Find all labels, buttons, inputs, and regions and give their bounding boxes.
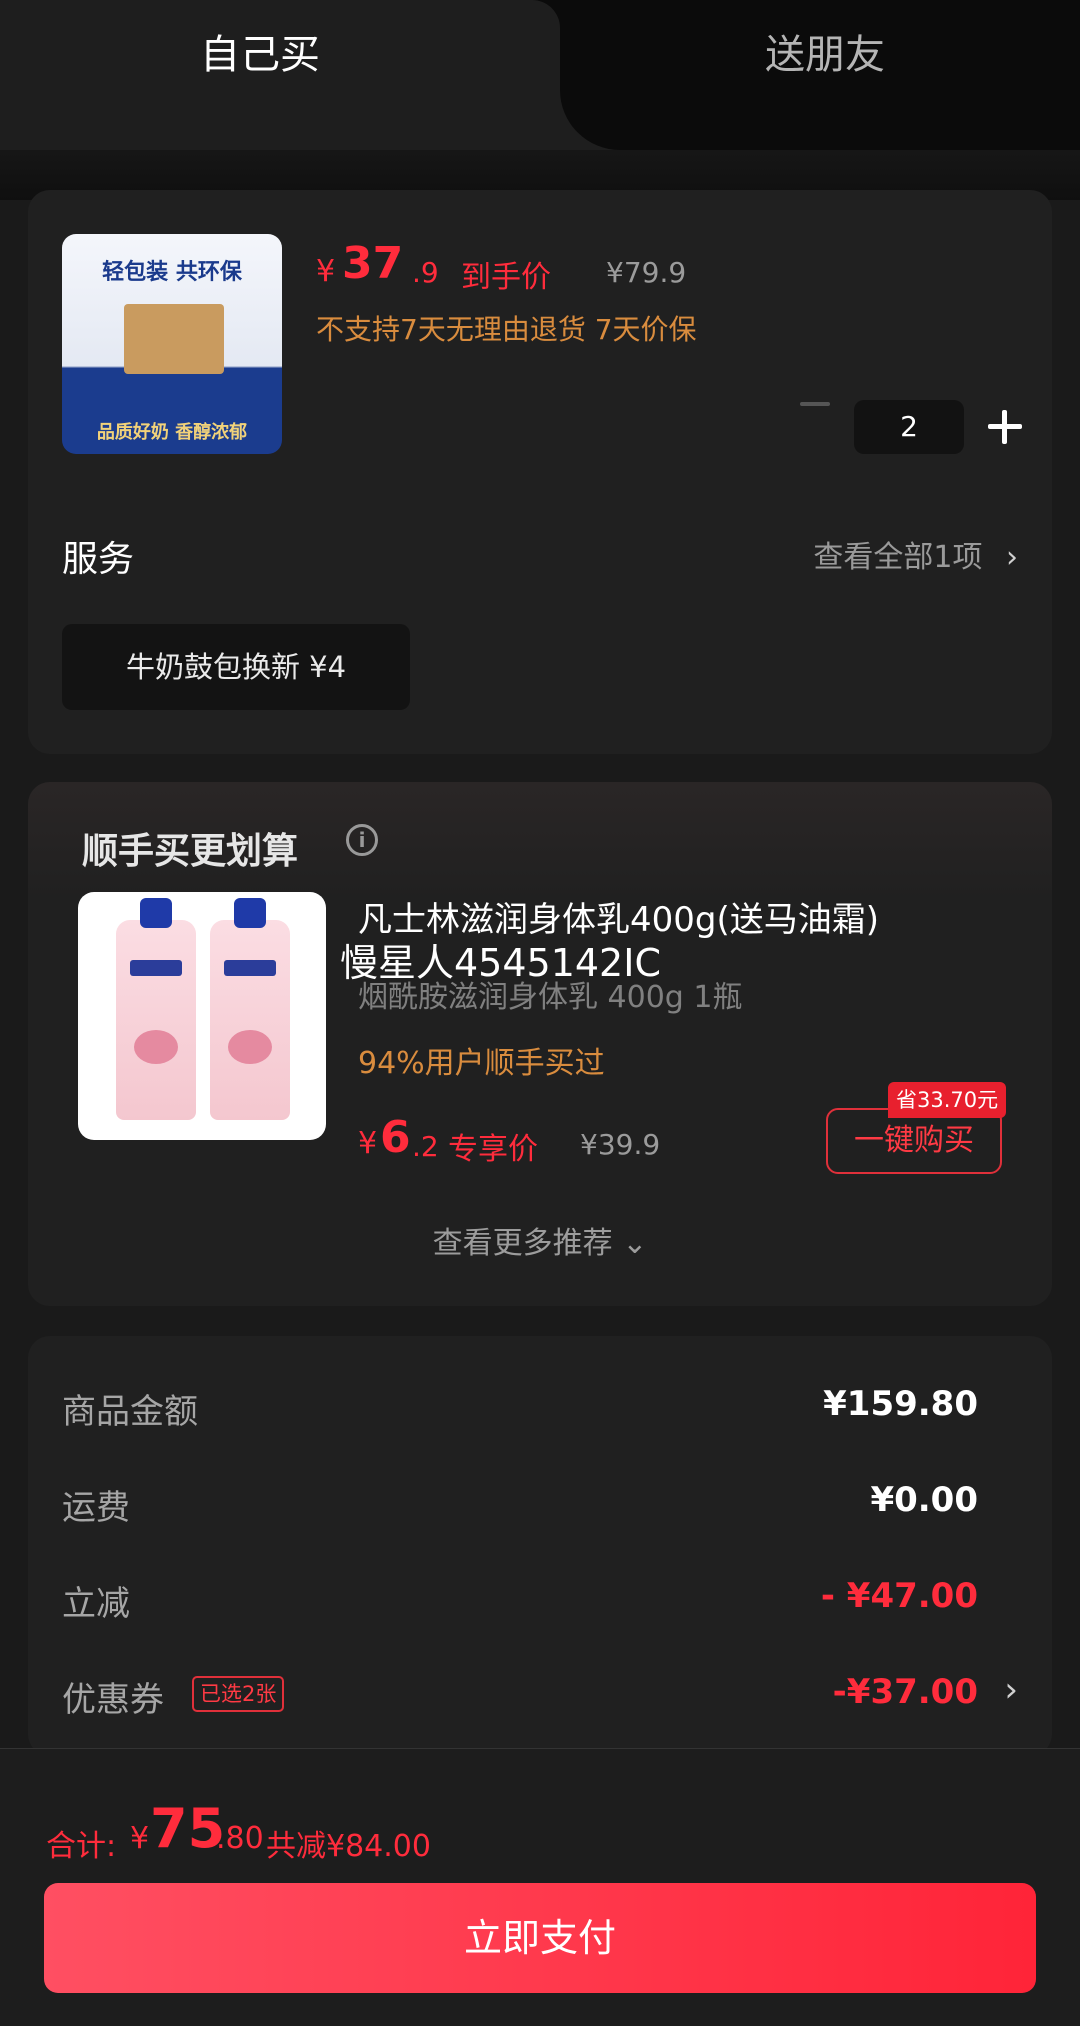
bottle-graphic	[116, 898, 196, 1120]
price-currency: ¥	[316, 254, 336, 289]
product-image-bottom-text: 品质好奶 香醇浓郁	[96, 422, 248, 443]
original-price: ¥79.9	[606, 256, 687, 289]
view-more-recommendations[interactable]: 查看更多推荐 ⌄	[28, 1218, 1052, 1262]
return-policy: 不支持7天无理由退货 7天价保	[316, 313, 697, 346]
service-view-all[interactable]: 查看全部1项 ›	[813, 532, 1018, 576]
order-summary-card: 商品金额 ¥159.80 运费 ¥0.00 立减 - ¥47.00 优惠券 已选…	[28, 1336, 1052, 1756]
tab-self-label: 自己买	[200, 32, 320, 78]
shipping-value: ¥0.00	[870, 1480, 978, 1520]
goods-amount-label: 商品金额	[62, 1392, 198, 1432]
upsell-price-tag: 专享价	[448, 1132, 538, 1167]
quantity-minus-button[interactable]	[800, 402, 830, 406]
product-box-graphic	[124, 304, 224, 374]
discount-value: - ¥47.00	[820, 1576, 978, 1616]
price-integer: 37	[342, 238, 404, 289]
checkout-bar: 合计: ¥ 75 .80 共减¥84.00 立即支付	[0, 1748, 1080, 2026]
quantity-plus-button[interactable]	[988, 410, 1022, 444]
service-title: 服务	[62, 539, 135, 580]
goods-amount-value: ¥159.80	[823, 1384, 978, 1424]
total-saved: 共减¥84.00	[266, 1829, 431, 1864]
price-decimal: .9	[412, 256, 439, 289]
pay-now-button[interactable]: 立即支付	[44, 1883, 1036, 1993]
total-label: 合计:	[46, 1829, 117, 1864]
shipping-label: 运费	[62, 1488, 130, 1528]
total-integer: 75	[150, 1797, 226, 1860]
total-decimal: .80	[216, 1821, 264, 1856]
total-currency: ¥	[130, 1821, 150, 1856]
product-card: 轻包装 共环保 品质好奶 香醇浓郁 ¥ 37 .9 到手价 ¥79.9 不支持7…	[28, 190, 1052, 754]
chevron-right-icon: ›	[1006, 540, 1018, 575]
discount-label: 立减	[62, 1584, 130, 1624]
tab-friend[interactable]: 送朋友	[765, 22, 885, 80]
quantity-input[interactable]: 2	[854, 400, 964, 454]
upsell-image[interactable]	[78, 892, 326, 1140]
coupon-value[interactable]: -¥37.00	[833, 1672, 978, 1712]
bottle-graphic	[210, 898, 290, 1120]
tab-curve	[560, 82, 620, 150]
watermark-overlay: 慢星人4545142IC	[340, 941, 661, 985]
save-badge: 省33.70元	[888, 1082, 1007, 1118]
service-view-all-label: 查看全部1项	[813, 540, 983, 575]
upsell-price-integer: 6	[380, 1112, 411, 1163]
price-tag: 到手价	[461, 260, 551, 295]
product-image-slogan: 轻包装 共环保	[102, 260, 242, 285]
tab-self[interactable]: 自己买	[0, 0, 560, 150]
upsell-stat: 94%用户顺手买过	[358, 1046, 605, 1081]
info-icon[interactable]: i	[346, 824, 378, 856]
product-image[interactable]: 轻包装 共环保 品质好奶 香醇浓郁	[62, 234, 282, 454]
upsell-title: 顺手买更划算	[82, 831, 299, 872]
chevron-right-icon[interactable]: ›	[1004, 1670, 1018, 1710]
upsell-price-decimal: .2	[412, 1130, 439, 1163]
coupon-label[interactable]: 优惠券	[62, 1672, 164, 1721]
coupon-count-badge: 已选2张	[192, 1676, 285, 1712]
upsell-original-price: ¥39.9	[580, 1128, 661, 1161]
tab-bar: 自己买 送朋友	[0, 0, 1080, 150]
upsell-price-currency: ¥	[358, 1126, 378, 1161]
upsell-card: 顺手买更划算 i 凡士林滋润身体乳400g(送马油霜) 烟酰胺滋润身体乳 400…	[28, 782, 1052, 1306]
service-chip[interactable]: 牛奶鼓包换新 ¥4	[62, 624, 410, 710]
